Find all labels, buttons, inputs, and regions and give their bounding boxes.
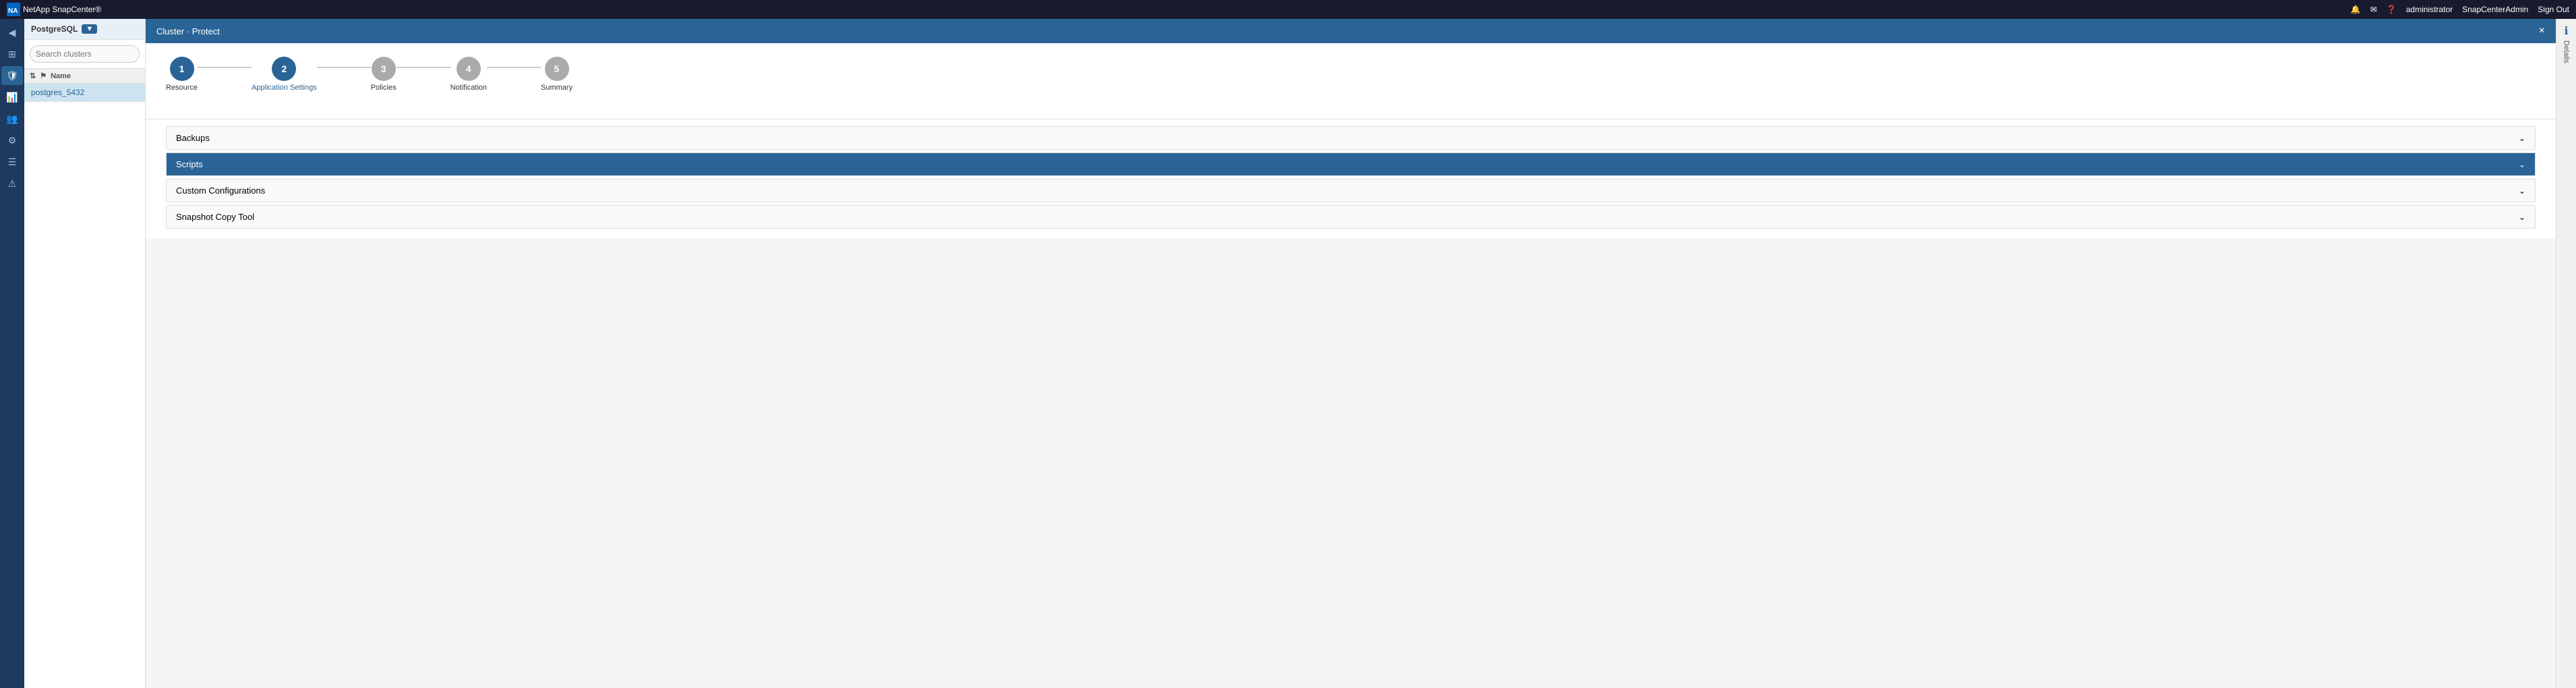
cluster-name: postgres_5432 (31, 88, 84, 97)
accordion-custom-configurations-chevron: ⌄ (2519, 186, 2525, 196)
step-4-circle: 4 (457, 57, 481, 81)
step-1-label: Resource (166, 84, 198, 92)
table-col-name: Name (51, 72, 71, 80)
step-5[interactable]: 5 Summary (541, 57, 573, 92)
mail-icon[interactable]: ✉ (2370, 5, 2377, 14)
top-bar: NA NetApp SnapCenter® 🔔 ✉ ❓ administrato… (0, 0, 2576, 19)
db-type-badge: ▼ (82, 24, 97, 34)
step-1-circle: 1 (170, 57, 194, 81)
step-3[interactable]: 3 Policies (371, 57, 397, 92)
accordion-custom-configurations-label: Custom Configurations (176, 185, 265, 196)
step-3-circle: 3 (372, 57, 396, 81)
details-info-icon: ℹ (2564, 24, 2568, 38)
breadcrumb: Cluster · Protect (156, 26, 220, 36)
main-layout: ◀ ⊞ 🛡 📊 👥 ⚙ ☰ ⚠ PostgreSQL ▼ ⇅ ⚑ Name po… (0, 19, 2576, 688)
steps-container: 1 Resource 2 Application Settings 3 (166, 57, 2536, 92)
accordion-snapshot-copy-tool-chevron: ⌄ (2519, 212, 2525, 222)
sidebar-cluster-item[interactable]: postgres_5432 (24, 84, 145, 102)
step-2[interactable]: 2 Application Settings (252, 57, 317, 92)
step-1[interactable]: 1 Resource (166, 57, 198, 92)
step-connector-3 (397, 67, 450, 68)
sidebar-table-header: ⇅ ⚑ Name (24, 69, 145, 84)
sort-icon: ⇅ (30, 71, 36, 80)
step-5-circle: 5 (545, 57, 569, 81)
step-3-label: Policies (371, 84, 397, 92)
accordion-scripts-header[interactable]: Scripts ⌄ (167, 153, 2535, 175)
step-4-label: Notification (450, 84, 487, 92)
netapp-logo: NA NetApp SnapCenter® (7, 3, 101, 16)
accordion-backups-label: Backups (176, 133, 210, 143)
sidebar-item-settings[interactable]: ⚙ (1, 131, 23, 150)
search-container (24, 40, 145, 69)
step-connector-2 (317, 67, 371, 68)
top-bar-right: 🔔 ✉ ❓ administrator SnapCenterAdmin Sign… (2351, 5, 2569, 14)
close-button[interactable]: × (2539, 25, 2545, 37)
step-4[interactable]: 4 Notification (450, 57, 487, 92)
accordion-snapshot-copy-tool-label: Snapshot Copy Tool (176, 212, 254, 222)
step-5-label: Summary (541, 84, 573, 92)
accordion-scripts-chevron: ⌄ (2519, 160, 2525, 169)
sidebar-item-alerts[interactable]: ⚠ (1, 174, 23, 193)
accordion-backups-chevron: ⌄ (2519, 134, 2525, 143)
svg-text:NA: NA (8, 7, 18, 15)
accordion-backups-header[interactable]: Backups ⌄ (167, 127, 2535, 149)
wizard-area: 1 Resource 2 Application Settings 3 (146, 43, 2556, 119)
sidebar-item-users[interactable]: 👥 (1, 109, 23, 128)
details-label: Details (2563, 40, 2571, 63)
accordion-backups: Backups ⌄ (166, 126, 2536, 150)
signout-button[interactable]: Sign Out (2538, 5, 2569, 14)
sidebar-item-menu[interactable]: ☰ (1, 152, 23, 171)
content-header: Cluster · Protect × (146, 19, 2556, 43)
accordion-container: Backups ⌄ Scripts ⌄ Custom Configuration… (146, 119, 2556, 238)
help-icon[interactable]: ❓ (2387, 5, 2397, 14)
details-panel: ℹ Details (2556, 19, 2576, 688)
flag-icon: ⚑ (40, 71, 47, 80)
app-title: NetApp SnapCenter® (23, 5, 101, 14)
step-connector-4 (487, 67, 541, 68)
sidebar-item-grid[interactable]: ⊞ (1, 45, 23, 63)
step-2-circle: 2 (272, 57, 296, 81)
search-input[interactable] (30, 45, 140, 63)
db-type-label: PostgreSQL (31, 24, 78, 34)
step-connector-1 (198, 67, 252, 68)
instance-label: SnapCenterAdmin (2462, 5, 2528, 14)
step-2-label: Application Settings (252, 84, 317, 92)
accordion-snapshot-copy-tool-header[interactable]: Snapshot Copy Tool ⌄ (167, 206, 2535, 228)
accordion-scripts: Scripts ⌄ (166, 152, 2536, 176)
sidebar-header: PostgreSQL ▼ (24, 19, 145, 40)
sidebar: PostgreSQL ▼ ⇅ ⚑ Name postgres_5432 (24, 19, 146, 688)
sidebar-item-protect[interactable]: 🛡 (1, 66, 23, 85)
accordion-scripts-label: Scripts (176, 159, 203, 169)
bell-icon[interactable]: 🔔 (2351, 5, 2361, 14)
accordion-custom-configurations: Custom Configurations ⌄ (166, 179, 2536, 202)
icon-rail: ◀ ⊞ 🛡 📊 👥 ⚙ ☰ ⚠ (0, 19, 24, 688)
top-bar-left: NA NetApp SnapCenter® (7, 3, 101, 16)
content-area: Cluster · Protect × 1 Resource 2 (146, 19, 2556, 688)
accordion-custom-configurations-header[interactable]: Custom Configurations ⌄ (167, 179, 2535, 202)
sidebar-item-reports[interactable]: 📊 (1, 88, 23, 107)
sidebar-item-collapse[interactable]: ◀ (1, 23, 23, 42)
user-label: administrator (2406, 5, 2453, 14)
accordion-snapshot-copy-tool: Snapshot Copy Tool ⌄ (166, 205, 2536, 229)
